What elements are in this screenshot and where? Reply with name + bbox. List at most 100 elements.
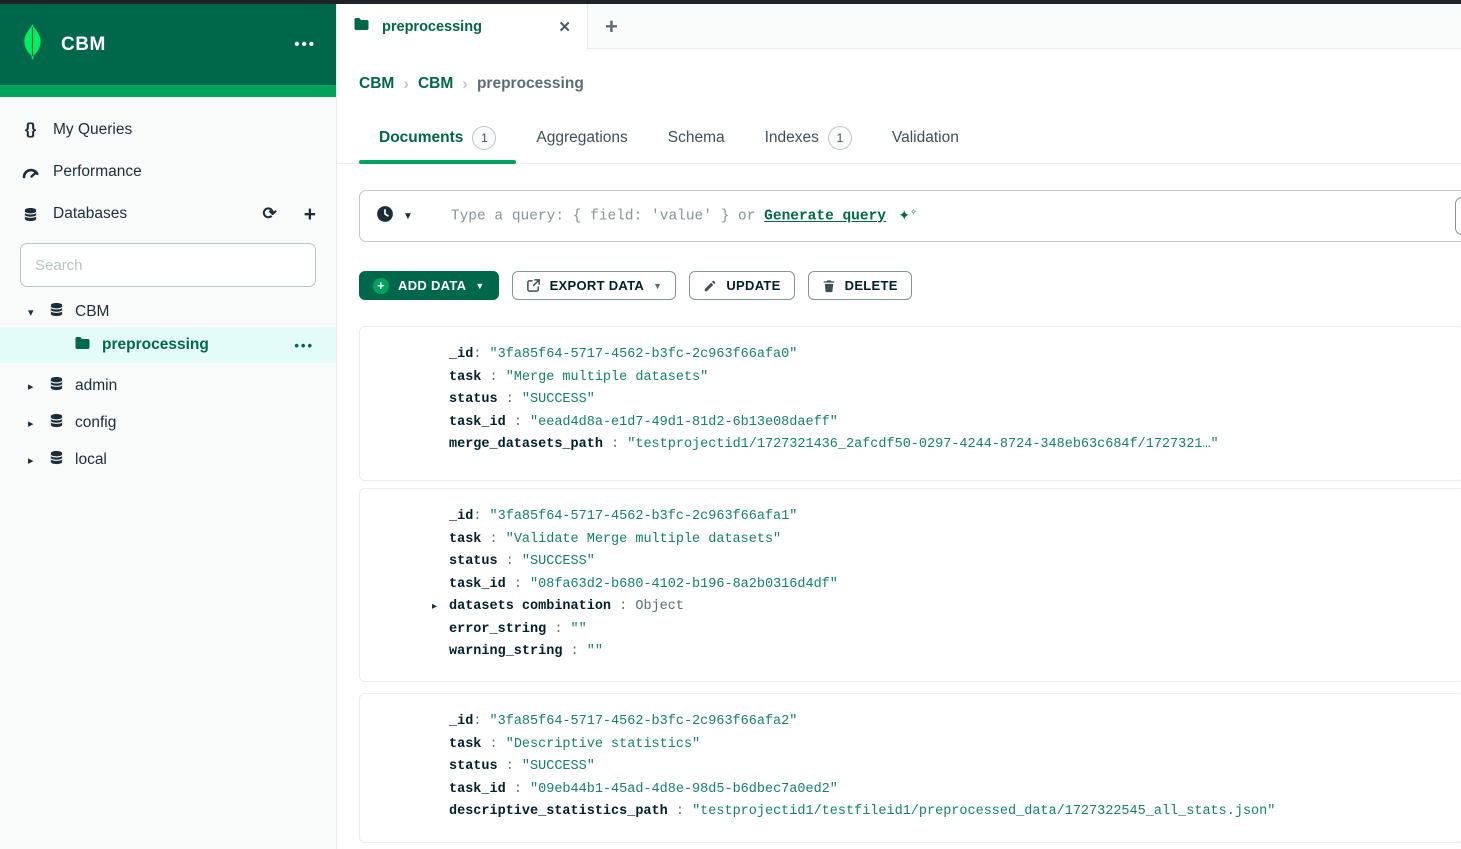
field-value: "SUCCESS" xyxy=(521,554,595,569)
document-field-row[interactable]: task_id : "09eb44b1-45ad-4d8e-98d5-b6dbe… xyxy=(360,779,1461,802)
sidebar-item-label: My Queries xyxy=(53,121,133,138)
field-value: "3fa85f64-5717-4562-b3fc-2c963f66afa1" xyxy=(489,509,798,524)
query-bar-edge-button[interactable] xyxy=(1455,197,1461,235)
chevron-right-icon[interactable]: ▸ xyxy=(28,380,38,393)
tab-label: Validation xyxy=(891,128,959,146)
field-value: "" xyxy=(586,644,603,659)
sidebar-item-databases[interactable]: Databases ⟳ + xyxy=(0,193,336,235)
tab-validation[interactable]: Validation xyxy=(872,112,979,163)
document-field-row[interactable]: task : "Merge multiple datasets" xyxy=(360,367,1461,390)
database-name: admin xyxy=(75,377,118,394)
sidebar-nav: {} My Queries Performance Databases ⟳ + xyxy=(0,97,336,235)
field-separator: : xyxy=(473,509,490,524)
chevron-down-icon[interactable]: ▼ xyxy=(403,211,413,222)
document-field-row[interactable]: _id: "3fa85f64-5717-4562-b3fc-2c963f66af… xyxy=(360,344,1461,367)
button-label: ADD DATA xyxy=(398,278,467,293)
tab-indexes[interactable]: Indexes 1 xyxy=(745,112,872,163)
field-value: Object xyxy=(635,599,684,614)
query-history-clock-icon[interactable] xyxy=(376,205,394,228)
query-placeholder[interactable]: Type a query: { field: 'value' } or Gene… xyxy=(451,207,917,225)
close-icon[interactable]: ✕ xyxy=(558,18,571,36)
tree-database-local[interactable]: ▸ local xyxy=(0,445,336,475)
document-field-row[interactable]: status : "SUCCESS" xyxy=(360,756,1461,779)
tab-label: Aggregations xyxy=(536,128,628,146)
breadcrumb-collection: preprocessing xyxy=(476,75,584,92)
sidebar-item-performance[interactable]: Performance xyxy=(0,151,336,193)
chevron-right-icon: › xyxy=(403,74,409,93)
documents-count-badge: 1 xyxy=(472,125,497,150)
search-input[interactable] xyxy=(35,256,301,274)
document-field-row[interactable]: task_id : "eead4d8a-e1d7-49d1-81d2-6b13e… xyxy=(360,412,1461,435)
database-icon xyxy=(20,207,40,222)
document-field-row[interactable]: ▸ datasets combination : Object xyxy=(360,596,1461,619)
field-value: "SUCCESS" xyxy=(521,392,595,407)
folder-icon xyxy=(74,336,91,355)
connection-menu-icon[interactable]: ••• xyxy=(294,36,316,53)
document-field-row[interactable]: task : "Validate Merge multiple datasets… xyxy=(360,529,1461,552)
crud-toolbar: + ADD DATA ▼ EXPORT DATA ▼ UPDATE DELETE xyxy=(359,271,912,300)
chevron-right-icon[interactable]: ▸ xyxy=(28,417,38,430)
refresh-icon[interactable]: ⟳ xyxy=(262,204,276,224)
field-key: datasets combination xyxy=(449,599,612,614)
breadcrumb-connection[interactable]: CBM xyxy=(359,75,394,93)
document-field-row[interactable]: status : "SUCCESS" xyxy=(360,389,1461,412)
chevron-down-icon[interactable]: ▾ xyxy=(28,306,38,319)
sidebar-item-my-queries[interactable]: {} My Queries xyxy=(0,109,336,151)
generate-query-link[interactable]: Generate query xyxy=(764,209,886,225)
field-separator: : xyxy=(473,347,490,362)
document-card[interactable]: _id: "3fa85f64-5717-4562-b3fc-2c963f66af… xyxy=(359,693,1461,843)
tab-label: Schema xyxy=(667,128,725,146)
delete-button[interactable]: DELETE xyxy=(807,271,912,300)
tree-database-admin[interactable]: ▸ admin xyxy=(0,371,336,401)
document-field-row[interactable]: descriptive_statistics_path : "testproje… xyxy=(360,801,1461,824)
sidebar-search[interactable] xyxy=(20,243,316,287)
add-data-button[interactable]: + ADD DATA ▼ xyxy=(359,271,499,300)
query-bar[interactable]: ▼ Type a query: { field: 'value' } or Ge… xyxy=(359,190,1461,242)
tab-schema[interactable]: Schema xyxy=(648,112,745,163)
update-button[interactable]: UPDATE xyxy=(689,271,795,300)
field-value: "SUCCESS" xyxy=(521,759,595,774)
tab-documents[interactable]: Documents 1 xyxy=(359,112,517,164)
expand-object-caret-icon[interactable]: ▸ xyxy=(432,596,437,619)
chevron-right-icon[interactable]: ▸ xyxy=(28,454,38,467)
collection-name: preprocessing xyxy=(102,336,209,353)
workspace-tab-preprocessing[interactable]: preprocessing ✕ xyxy=(337,4,588,49)
document-field-row[interactable]: merge_datasets_path : "testprojectid1/17… xyxy=(360,434,1461,457)
collection-menu-icon[interactable]: ••• xyxy=(294,338,314,353)
tree-database-cbm[interactable]: ▾ CBM xyxy=(0,297,336,327)
button-label: DELETE xyxy=(844,278,898,293)
create-database-icon[interactable]: + xyxy=(304,204,316,225)
document-card[interactable]: _id: "3fa85f64-5717-4562-b3fc-2c963f66af… xyxy=(359,326,1461,481)
field-value: "3fa85f64-5717-4562-b3fc-2c963f66afa2" xyxy=(489,714,798,729)
field-separator: : xyxy=(497,392,522,407)
tree-database-config[interactable]: ▸ config xyxy=(0,408,336,438)
document-card[interactable]: _id: "3fa85f64-5717-4562-b3fc-2c963f66af… xyxy=(359,488,1461,682)
new-tab-button[interactable]: + xyxy=(605,14,618,40)
database-name: CBM xyxy=(75,303,110,320)
chevron-right-icon: › xyxy=(462,74,468,93)
field-key: status xyxy=(449,554,498,569)
breadcrumb: CBM › CBM › preprocessing xyxy=(359,71,584,97)
sidebar: CBM ••• {} My Queries Performance Databa… xyxy=(0,4,337,849)
document-field-row[interactable]: task : "Descriptive statistics" xyxy=(360,734,1461,757)
document-field-row[interactable]: status : "SUCCESS" xyxy=(360,551,1461,574)
export-data-button[interactable]: EXPORT DATA ▼ xyxy=(511,271,677,300)
tab-aggregations[interactable]: Aggregations xyxy=(516,112,647,163)
field-separator: : xyxy=(611,599,636,614)
plus-circle-icon: + xyxy=(373,277,389,294)
document-field-row[interactable]: warning_string : "" xyxy=(360,641,1461,664)
collection-view-tabs: Documents 1 Aggregations Schema Indexes … xyxy=(337,112,1461,164)
field-value: "Merge multiple datasets" xyxy=(505,369,709,385)
document-field-row[interactable]: error_string : "" xyxy=(360,619,1461,642)
field-key: task xyxy=(449,736,482,752)
field-key: task_id xyxy=(449,781,506,797)
document-field-row[interactable]: _id: "3fa85f64-5717-4562-b3fc-2c963f66af… xyxy=(360,506,1461,529)
chevron-down-icon: ▼ xyxy=(653,280,663,291)
document-field-row[interactable]: _id: "3fa85f64-5717-4562-b3fc-2c963f66af… xyxy=(360,711,1461,734)
pencil-icon xyxy=(703,279,717,293)
sidebar-item-label: Performance xyxy=(53,163,142,180)
tree-collection-preprocessing[interactable]: preprocessing ••• xyxy=(0,327,336,363)
breadcrumb-database[interactable]: CBM xyxy=(418,75,453,93)
field-value: "" xyxy=(570,621,587,637)
document-field-row[interactable]: task_id : "08fa63d2-b680-4102-b196-8a2b0… xyxy=(360,574,1461,597)
